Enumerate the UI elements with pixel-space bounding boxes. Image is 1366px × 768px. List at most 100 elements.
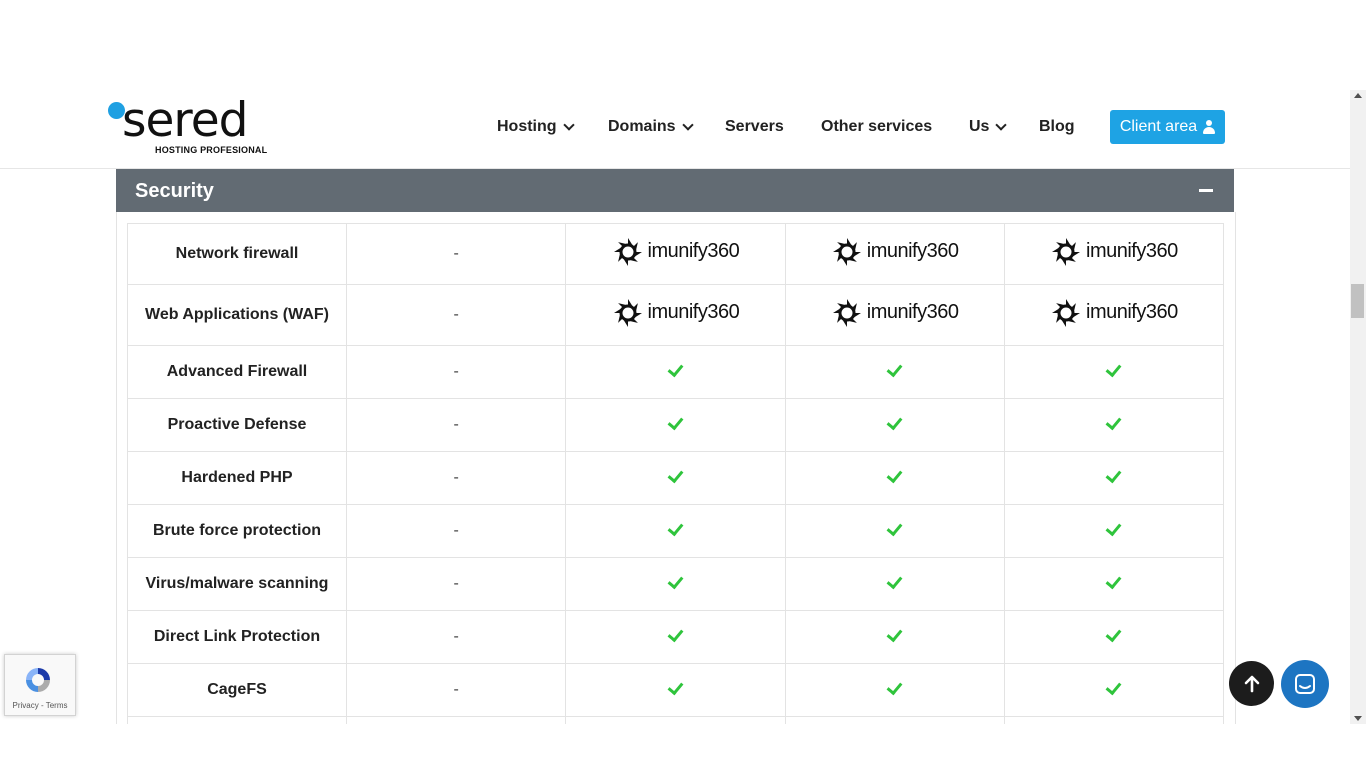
table-cell [1003, 716, 1225, 724]
imunify360-logo: imunify360 [612, 236, 740, 268]
checkmark-icon [667, 413, 684, 431]
plan-value [784, 557, 1005, 611]
scroll-down-icon[interactable] [1354, 716, 1362, 721]
imunify-shield-icon [1052, 237, 1081, 266]
imunify360-wordmark: imunify360 [866, 240, 959, 262]
checkmark-icon [886, 466, 903, 484]
imunify360-wordmark: imunify360 [647, 301, 740, 323]
feature-name: Direct Link Protection [127, 610, 347, 664]
checkmark-icon [667, 519, 684, 537]
checkmark-icon [1105, 572, 1122, 590]
plan-value [1003, 663, 1225, 717]
table-row: Virus/malware scanning - [127, 557, 1225, 611]
imunify360-logo: imunify360 [1050, 297, 1178, 329]
recaptcha-links: Privacy - Terms [5, 701, 75, 710]
nav-hosting[interactable]: Hosting [497, 118, 575, 136]
security-section-header[interactable]: Security [116, 169, 1234, 212]
feature-name: CageFS [127, 663, 347, 717]
scroll-up-icon[interactable] [1354, 93, 1362, 98]
feature-name: Hardened PHP [127, 451, 347, 505]
plan-value: - [345, 345, 567, 399]
checkmark-icon [667, 678, 684, 696]
checkmark-icon [667, 466, 684, 484]
feature-name: Web Applications (WAF) [127, 284, 347, 346]
site-logo[interactable]: sered HOSTING PROFESIONAL [108, 93, 278, 159]
imunify-shield-icon [1052, 298, 1081, 327]
checkmark-icon [667, 360, 684, 378]
recaptcha-icon [26, 668, 50, 692]
table-cell [565, 716, 786, 724]
user-icon [1203, 120, 1216, 134]
imunify-shield-icon [832, 298, 861, 327]
imunify360-wordmark: imunify360 [1086, 240, 1178, 262]
plan-value: - [345, 223, 567, 285]
table-row: Hardened PHP - [127, 451, 1225, 505]
recaptcha-badge[interactable]: Privacy - Terms [4, 654, 76, 716]
plan-value: imunify360 [1003, 223, 1225, 285]
collapse-minus-icon[interactable] [1199, 189, 1213, 192]
logo-wordmark: sered [122, 93, 248, 148]
back-to-top-button[interactable] [1229, 661, 1274, 706]
plan-value [565, 663, 786, 717]
imunify360-logo: imunify360 [831, 297, 959, 329]
nav-servers[interactable]: Servers [725, 118, 784, 136]
scrollbar-thumb[interactable] [1351, 284, 1364, 318]
plan-value [1003, 610, 1225, 664]
plan-value: imunify360 [1003, 284, 1225, 346]
plan-value: - [345, 557, 567, 611]
client-area-button[interactable]: Client area [1110, 110, 1225, 144]
imunify360-logo: imunify360 [612, 297, 740, 329]
plan-value: - [345, 663, 567, 717]
plan-value [565, 398, 786, 452]
checkmark-icon [886, 678, 903, 696]
imunify360-wordmark: imunify360 [866, 301, 959, 323]
plan-value [565, 451, 786, 505]
checkmark-icon [886, 625, 903, 643]
table-cell [127, 716, 347, 724]
imunify360-wordmark: imunify360 [1086, 301, 1178, 323]
checkmark-icon [1105, 519, 1122, 537]
recaptcha-separator: - [38, 701, 46, 710]
checkmark-icon [1105, 413, 1122, 431]
table-row: Advanced Firewall - [127, 345, 1225, 399]
checkmark-icon [667, 572, 684, 590]
feature-name: Advanced Firewall [127, 345, 347, 399]
nav-other-services[interactable]: Other services [821, 118, 932, 136]
chat-button[interactable] [1281, 660, 1329, 708]
feature-name: Virus/malware scanning [127, 557, 347, 611]
page-scrollbar[interactable] [1350, 90, 1366, 724]
chat-icon [1295, 674, 1315, 694]
client-area-label: Client area [1119, 118, 1198, 135]
imunify-shield-icon [613, 237, 642, 266]
nav-domains[interactable]: Domains [608, 118, 694, 136]
recaptcha-privacy-link[interactable]: Privacy [13, 701, 39, 710]
chevron-down-icon [681, 119, 694, 131]
logo-tagline: HOSTING PROFESIONAL [155, 145, 268, 155]
checkmark-icon [886, 519, 903, 537]
checkmark-icon [667, 625, 684, 643]
security-table-frame: Network firewall - imunify360 imunify360 imu… [116, 212, 1236, 724]
plan-value [565, 557, 786, 611]
table-row: CageFS - [127, 663, 1225, 717]
plan-value: - [345, 504, 567, 558]
plan-value [784, 504, 1005, 558]
plan-value [1003, 504, 1225, 558]
nav-us[interactable]: Us [969, 118, 1008, 136]
checkmark-icon [886, 360, 903, 378]
checkmark-icon [1105, 625, 1122, 643]
table-cell [784, 716, 1005, 724]
recaptcha-terms-link[interactable]: Terms [46, 701, 68, 710]
plan-value: - [345, 610, 567, 664]
nav-us-label: Us [969, 118, 990, 135]
feature-name: Proactive Defense [127, 398, 347, 452]
chevron-down-icon [562, 119, 575, 131]
plan-value: imunify360 [565, 284, 786, 346]
imunify360-logo: imunify360 [831, 236, 959, 268]
plan-value [784, 451, 1005, 505]
imunify360-wordmark: imunify360 [647, 240, 740, 262]
plan-value [784, 398, 1005, 452]
plan-value [1003, 451, 1225, 505]
plan-value [565, 504, 786, 558]
table-row: Network firewall - imunify360 imunify360 imu… [127, 223, 1225, 285]
nav-blog[interactable]: Blog [1039, 118, 1075, 136]
